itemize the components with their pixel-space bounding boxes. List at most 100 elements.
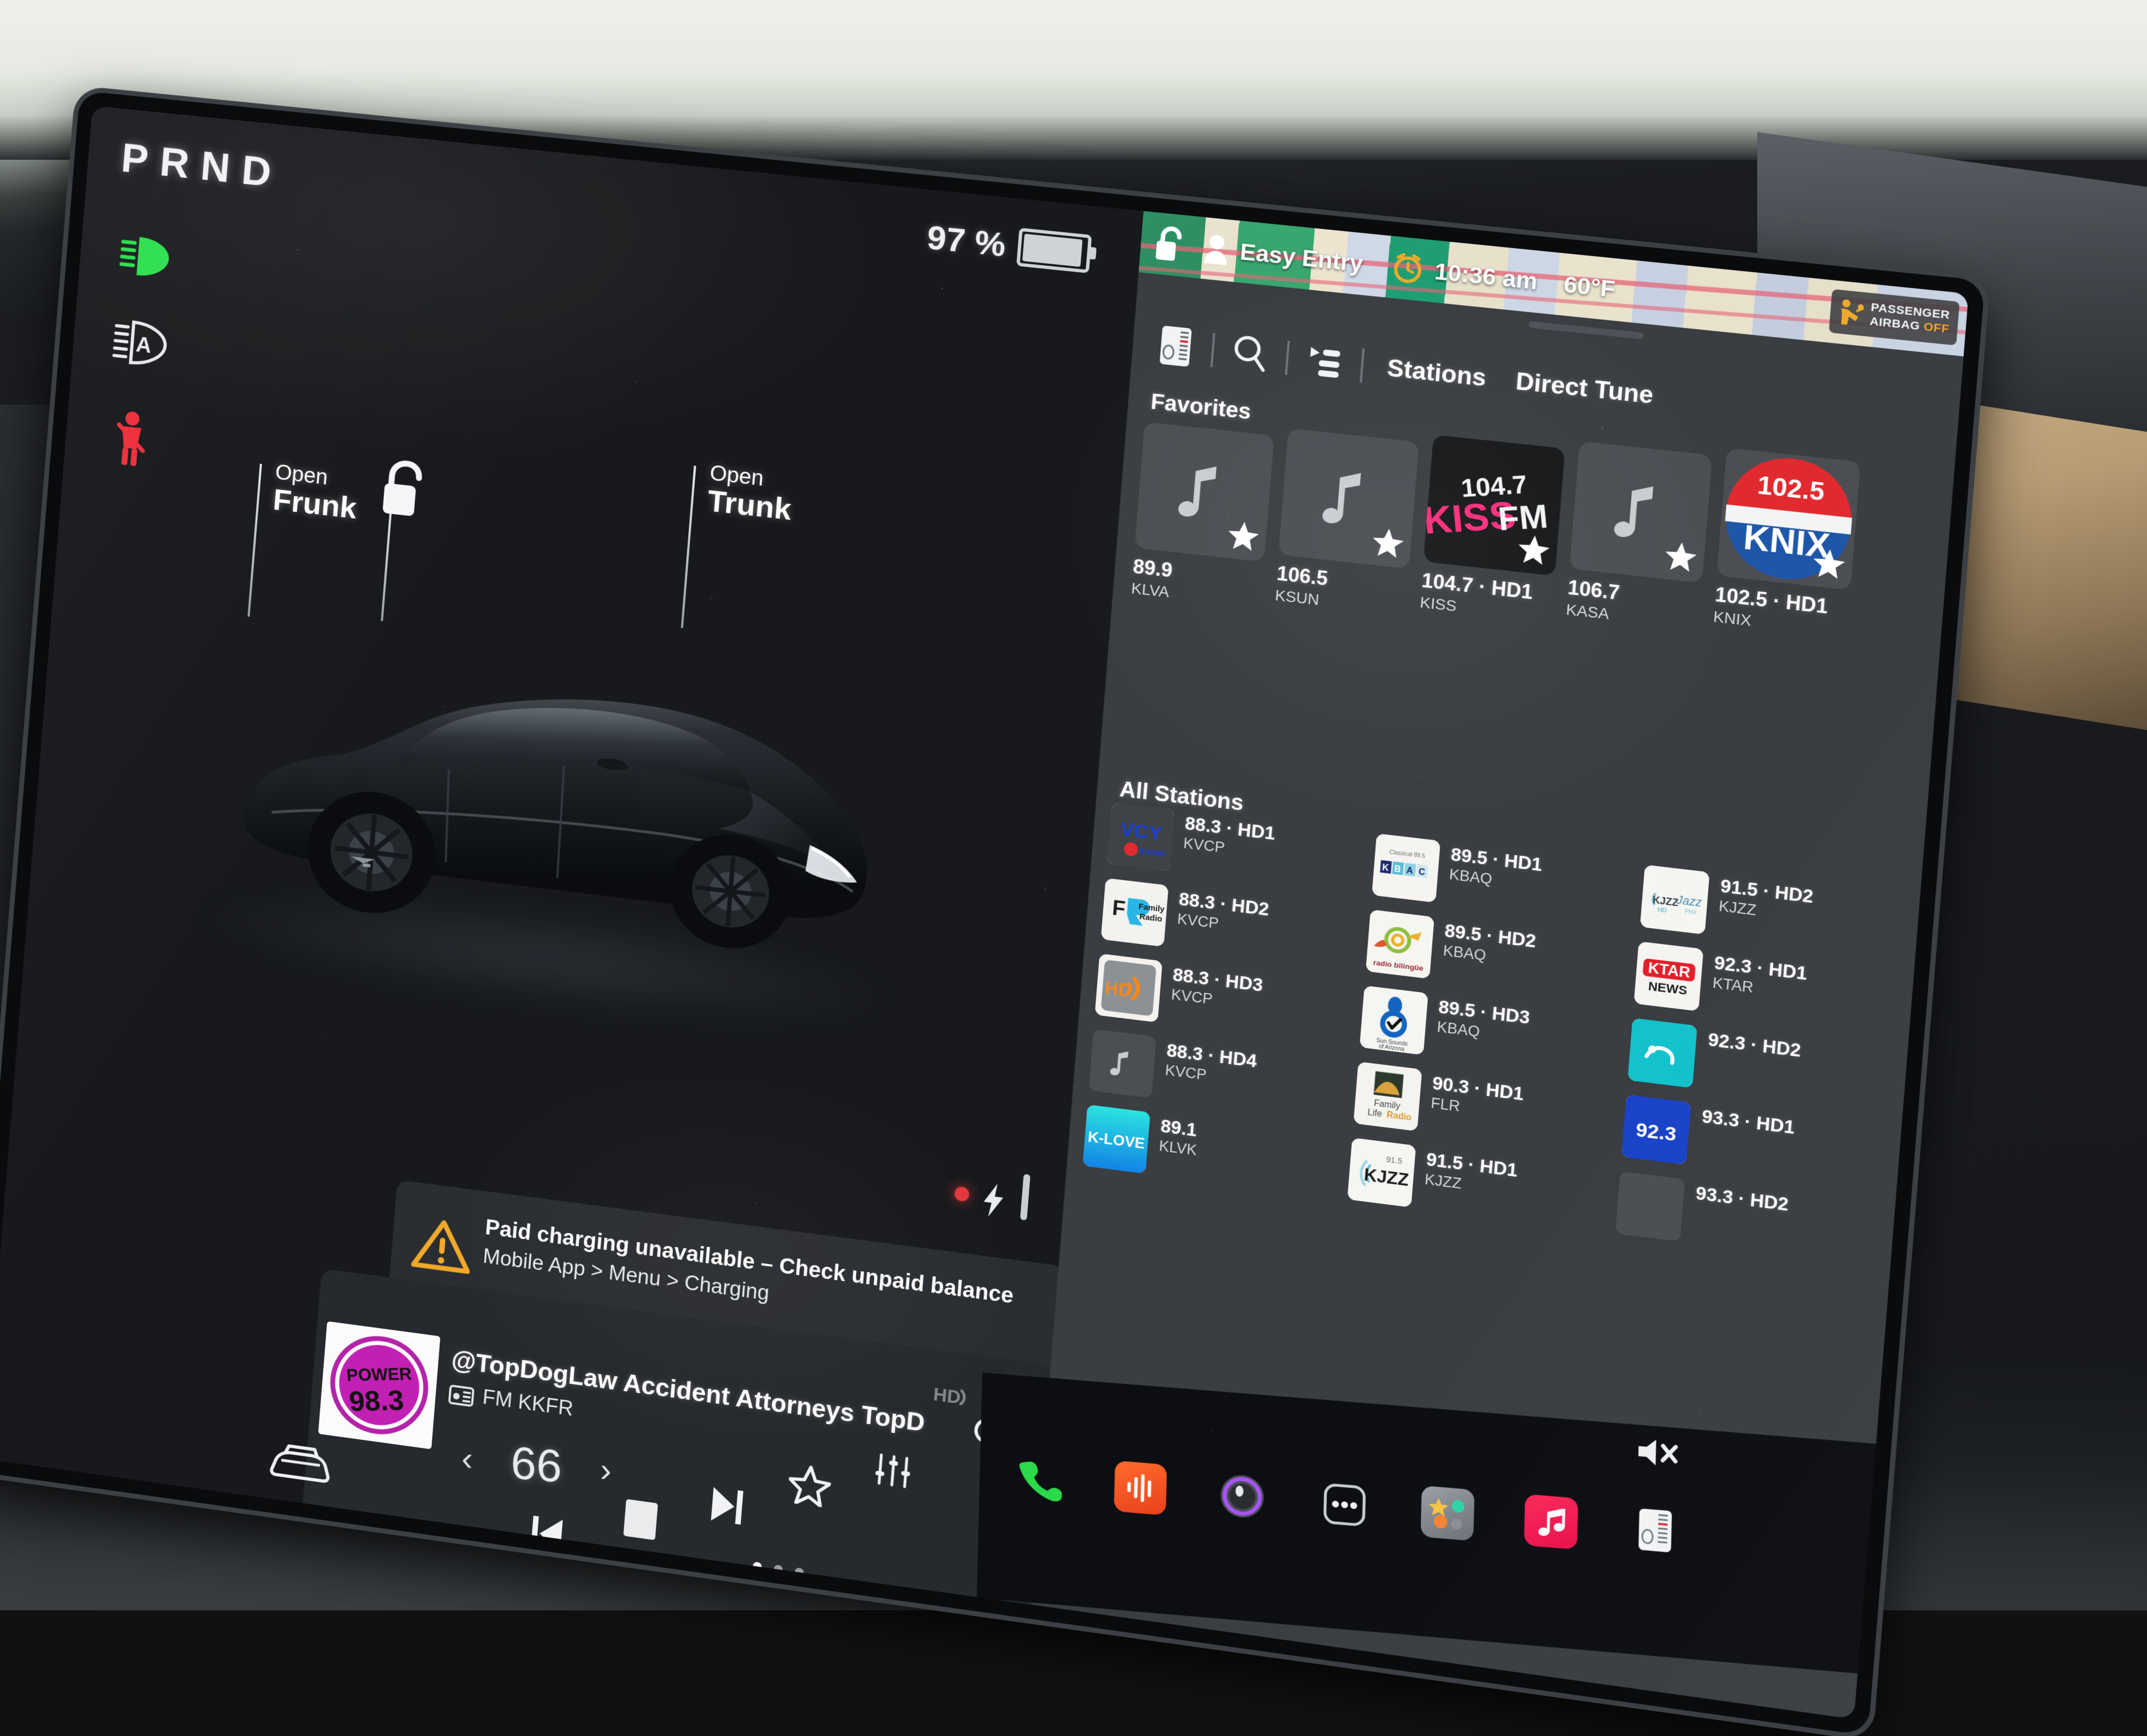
favorite-star-icon[interactable] <box>1515 531 1552 571</box>
airbag-symbol-icon <box>1838 297 1866 329</box>
station-logo[interactable] <box>1628 1018 1698 1088</box>
battery-status[interactable]: 97 % <box>925 218 1092 273</box>
favorite-station-4[interactable]: 106.7KASA <box>1563 441 1712 661</box>
svg-text:HD: HD <box>932 1384 961 1409</box>
station-list-item[interactable]: 92.3 · HD2 <box>1628 1018 1896 1112</box>
station-list-item[interactable]: radio bilingüe89.5 · HD2KBAQ <box>1365 910 1629 1003</box>
toolbar-divider <box>1285 341 1290 375</box>
temp-decrease-button[interactable]: ‹ <box>461 1442 473 1476</box>
station-list-item[interactable]: VCYRADIO88.3 · HD1KVCP <box>1107 803 1367 894</box>
favorite-station-tile[interactable] <box>1135 422 1274 562</box>
station-list-item[interactable]: 91.5KJZZ91.5 · HD1KJZZ <box>1347 1137 1611 1232</box>
favorite-star-icon[interactable] <box>1810 545 1848 585</box>
driver-profile-label[interactable]: Easy Entry <box>1239 239 1364 277</box>
station-meta: 88.3 · HD2KVCP <box>1176 887 1269 939</box>
unlocked-padlock-icon[interactable] <box>1152 225 1184 264</box>
tab-stations[interactable]: Stations <box>1371 353 1502 394</box>
tab-direct-tune[interactable]: Direct Tune <box>1500 366 1669 412</box>
favorite-star-icon[interactable] <box>1225 518 1261 557</box>
station-meta: 88.3 · HD3KVCP <box>1170 962 1264 1015</box>
station-list-item[interactable]: K-LOVE89.1KLVK <box>1083 1104 1343 1198</box>
favorite-station-tile[interactable] <box>1569 441 1712 583</box>
station-meta: 91.5 · HD2KJZZ <box>1718 874 1814 927</box>
favorite-station-tile[interactable] <box>1279 428 1419 569</box>
station-list-item[interactable]: KJZZHDJazzPHX91.5 · HD2KJZZ <box>1640 865 1908 958</box>
open-frunk-callout[interactable]: Open Frunk <box>272 461 360 524</box>
svg-text:B: B <box>1394 864 1402 874</box>
contacts-icon[interactable] <box>1421 1486 1474 1541</box>
playlist-icon[interactable] <box>1296 341 1353 382</box>
station-callsign: KLVK <box>1158 1136 1198 1160</box>
svg-text:98.3: 98.3 <box>348 1385 405 1418</box>
open-trunk-callout[interactable]: Open Trunk <box>707 462 794 526</box>
climate-icon[interactable] <box>1628 1503 1683 1559</box>
favorite-star-icon[interactable] <box>1662 538 1700 578</box>
station-list-item[interactable]: FamilyLifeRadio90.3 · HD1FLR <box>1353 1061 1617 1156</box>
more-apps-icon[interactable] <box>1318 1477 1372 1533</box>
temp-increase-button[interactable]: › <box>600 1453 612 1488</box>
mute-icon[interactable] <box>1636 1435 1679 1473</box>
station-logo[interactable]: Classical 89.5KBAC <box>1372 833 1440 903</box>
station-logo[interactable]: KJZZHDJazzPHX <box>1640 865 1710 935</box>
station-meta: 92.3 · HD2 <box>1707 1027 1802 1061</box>
gear-indicator: PRND <box>119 135 284 198</box>
favorite-star-icon[interactable] <box>1370 525 1407 564</box>
lock-toggle-icon[interactable] <box>374 457 427 523</box>
charge-port-indicator[interactable] <box>954 1186 970 1202</box>
door-open-handle[interactable] <box>1020 1174 1031 1221</box>
auto-high-beam-icon: A <box>111 317 176 373</box>
all-stations-grid[interactable]: VCYRADIO88.3 · HD1KVCPClassical 89.5KBAC… <box>1083 803 1908 1267</box>
station-list-item[interactable]: Sun Soundsof Arizona89.5 · HD3KBAQ <box>1359 986 1624 1079</box>
cabin-temperature-value[interactable]: 66 <box>510 1436 562 1493</box>
favorite-station-2[interactable]: 106.5KSUN <box>1274 428 1419 628</box>
favorites-row[interactable]: 89.9KLVA106.5KSUN104.7KISSFM104.7 · HD1K… <box>1130 422 1858 677</box>
station-logo[interactable]: VCYRADIO <box>1107 803 1175 871</box>
station-list-item[interactable]: Classical 89.5KBAC89.5 · HD1KBAQ <box>1372 833 1636 926</box>
high-beam-icon <box>118 232 181 285</box>
station-logo[interactable]: FFamilyRadio <box>1101 878 1168 947</box>
station-logo[interactable]: 91.5KJZZ <box>1347 1137 1416 1207</box>
music-icon[interactable] <box>1524 1494 1578 1550</box>
station-list-item[interactable]: 88.3 · HD4KVCP <box>1088 1029 1349 1122</box>
station-logo[interactable]: K-LOVE <box>1083 1104 1150 1174</box>
svg-text:F: F <box>1111 897 1126 921</box>
dock-icons[interactable] <box>1013 1452 1683 1558</box>
mute-row[interactable] <box>1636 1435 1679 1473</box>
station-logo[interactable] <box>1088 1029 1156 1098</box>
tesla-touchscreen[interactable]: PRND 97 % A <box>0 91 1985 1736</box>
station-logo[interactable] <box>1616 1171 1685 1241</box>
station-meta: 93.3 · HD1 <box>1701 1104 1796 1139</box>
station-logo[interactable]: KTARNEWS <box>1634 941 1704 1011</box>
favorite-station-3[interactable]: 104.7KISSFM104.7 · HD1KISS <box>1418 435 1566 644</box>
frunk-callout-big: Frunk <box>272 484 358 524</box>
search-icon[interactable] <box>1222 332 1279 376</box>
station-list-item[interactable]: 92.3 93.3 · HD1 <box>1621 1095 1890 1190</box>
station-list-item[interactable]: KTARNEWS92.3 · HD1KTAR <box>1634 941 1903 1035</box>
station-meta: 89.5 · HD3KBAQ <box>1436 995 1531 1048</box>
station-logo[interactable]: FamilyLifeRadio <box>1353 1061 1422 1131</box>
station-logo[interactable]: Sun Soundsof Arizona <box>1359 986 1428 1055</box>
station-list-item[interactable]: 93.3 · HD2 <box>1616 1171 1883 1266</box>
station-logo[interactable]: 92.3 <box>1621 1095 1691 1165</box>
camera-icon[interactable] <box>1216 1469 1269 1524</box>
favorite-station-5[interactable]: 102.5KNIX102.5 · HD1KNIX <box>1710 448 1861 677</box>
station-logo[interactable]: radio bilingüe <box>1365 910 1434 979</box>
voice-memos-icon[interactable] <box>1114 1461 1167 1516</box>
radio-tuner-icon[interactable] <box>1147 323 1204 370</box>
station-meta: 89.5 · HD2KBAQ <box>1442 919 1537 972</box>
favorite-station-tile[interactable]: 104.7KISSFM <box>1423 435 1565 576</box>
station-list-item[interactable]: FFamilyRadio88.3 · HD2KVCP <box>1101 878 1361 970</box>
vehicle-controls-icon[interactable] <box>267 1440 334 1490</box>
vehicle-visualization[interactable]: Open Frunk Open Trunk <box>11 403 1119 1250</box>
station-logo[interactable]: HD <box>1095 954 1162 1023</box>
panel-drag-handle[interactable] <box>1529 321 1644 340</box>
svg-text:A: A <box>135 333 152 358</box>
station-list-item[interactable]: HD88.3 · HD3KVCP <box>1095 954 1355 1046</box>
station-meta: 93.3 · HD2 <box>1695 1181 1790 1215</box>
warning-triangle-icon <box>411 1216 473 1278</box>
favorite-station-1[interactable]: 89.9KLVA <box>1130 422 1274 612</box>
favorite-station-tile[interactable]: 102.5KNIX <box>1717 448 1861 590</box>
driver-profile-icon[interactable] <box>1202 232 1232 267</box>
charge-bolt-icon <box>979 1181 1007 1223</box>
album-art: POWER 98.3 <box>318 1321 440 1450</box>
